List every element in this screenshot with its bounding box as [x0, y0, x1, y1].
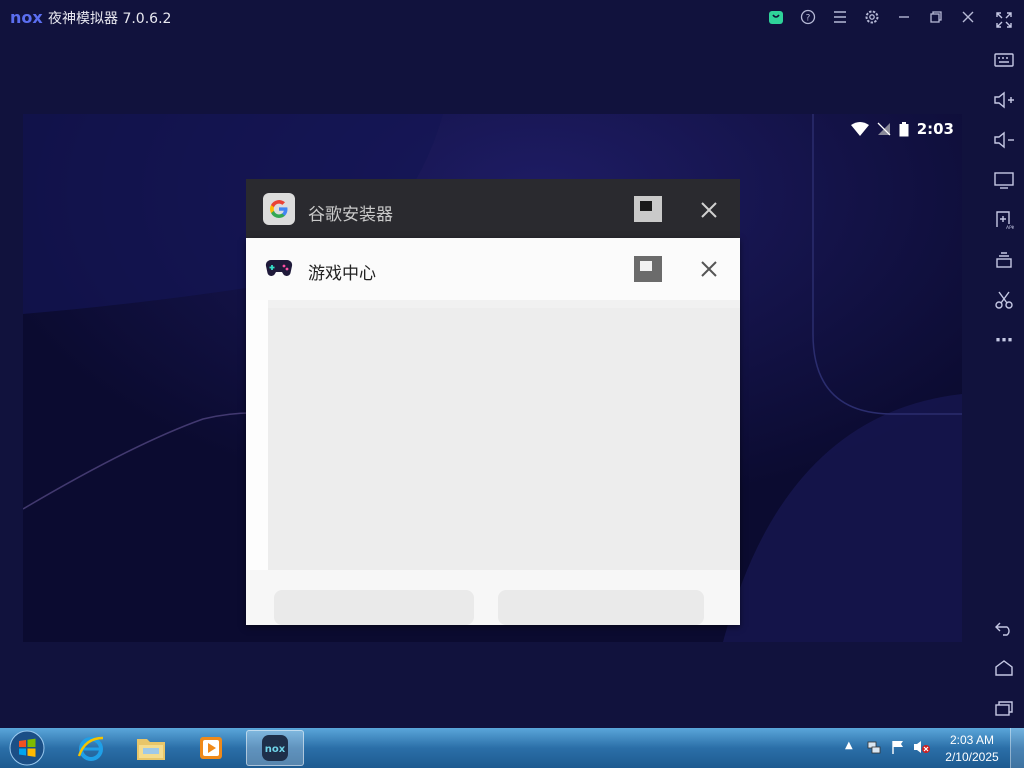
- recent-card-game-center[interactable]: 游戏中心: [246, 238, 740, 625]
- help-icon[interactable]: ?: [797, 6, 819, 28]
- settings-icon[interactable]: [861, 6, 883, 28]
- menu-icon[interactable]: [829, 6, 851, 28]
- taskbar-time: 2:03 AM: [949, 733, 995, 747]
- windows-taskbar: nox ▲: [0, 728, 1024, 768]
- volume-muted-icon[interactable]: [913, 739, 931, 759]
- network-icon[interactable]: [866, 739, 882, 759]
- start-orb-icon[interactable]: [0, 730, 54, 766]
- home-icon[interactable]: [992, 656, 1016, 680]
- svg-text:?: ?: [806, 14, 811, 24]
- recents-icon[interactable]: [992, 696, 1016, 720]
- wifi-icon: [850, 122, 869, 136]
- recent-card-title: 谷歌安装器: [308, 205, 393, 225]
- nox-emulator-window: nox 夜神模拟器 7.0.6.2 ? APK ⋯ 2:03 谷歌安装器 游戏中…: [0, 0, 1024, 728]
- action-center-flag-icon[interactable]: [890, 739, 906, 759]
- restore-icon[interactable]: [925, 6, 947, 28]
- internet-explorer-icon[interactable]: [64, 730, 118, 766]
- nox-taskbar-icon[interactable]: nox: [246, 730, 304, 766]
- media-player-icon[interactable]: [184, 730, 238, 766]
- close-card-icon[interactable]: [696, 197, 722, 223]
- battery-icon: [899, 121, 909, 136]
- split-screen-icon[interactable]: [634, 196, 662, 222]
- keyboard-icon[interactable]: [992, 48, 1016, 72]
- android-status-bar: 2:03: [850, 120, 954, 138]
- file-explorer-icon[interactable]: [124, 730, 178, 766]
- screen-icon[interactable]: [992, 168, 1016, 192]
- multi-instance-icon[interactable]: [992, 248, 1016, 272]
- recent-card-google-installer[interactable]: 谷歌安装器: [246, 179, 740, 239]
- app-thumbnail: [246, 300, 740, 625]
- show-hidden-icons-icon[interactable]: ▲: [845, 740, 853, 751]
- scissors-icon[interactable]: [992, 288, 1016, 312]
- volume-up-icon[interactable]: [992, 88, 1016, 112]
- install-apk-icon[interactable]: APK: [992, 208, 1016, 232]
- gamepad-icon: [263, 252, 295, 284]
- recent-card-title: 游戏中心: [308, 264, 376, 284]
- close-card-icon[interactable]: [696, 256, 722, 282]
- more-icon[interactable]: ⋯: [992, 328, 1016, 352]
- back-icon[interactable]: [992, 616, 1016, 640]
- show-desktop-button[interactable]: [1010, 728, 1024, 768]
- svg-text:APK: APK: [1006, 225, 1014, 230]
- svg-text:nox: nox: [265, 744, 286, 755]
- minimize-icon[interactable]: [893, 6, 915, 28]
- right-toolbar: APK ⋯: [984, 40, 1024, 730]
- volume-down-icon[interactable]: [992, 128, 1016, 152]
- google-g-icon: [263, 193, 295, 225]
- store-icon[interactable]: [765, 6, 787, 28]
- taskbar-date: 2/10/2025: [945, 750, 999, 764]
- app-title: 夜神模拟器 7.0.6.2: [48, 11, 172, 27]
- no-signal-icon: [877, 122, 891, 136]
- recent-card-header: 游戏中心: [246, 238, 740, 300]
- split-screen-icon[interactable]: [634, 256, 662, 282]
- nox-logo: nox: [10, 8, 43, 27]
- fullscreen-icon[interactable]: [993, 9, 1015, 31]
- close-icon[interactable]: [957, 6, 979, 28]
- taskbar-clock[interactable]: 2:03 AM 2/10/2025: [936, 732, 1008, 766]
- android-clock: 2:03: [916, 120, 954, 138]
- title-bar: nox 夜神模拟器 7.0.6.2 ?: [0, 0, 1024, 34]
